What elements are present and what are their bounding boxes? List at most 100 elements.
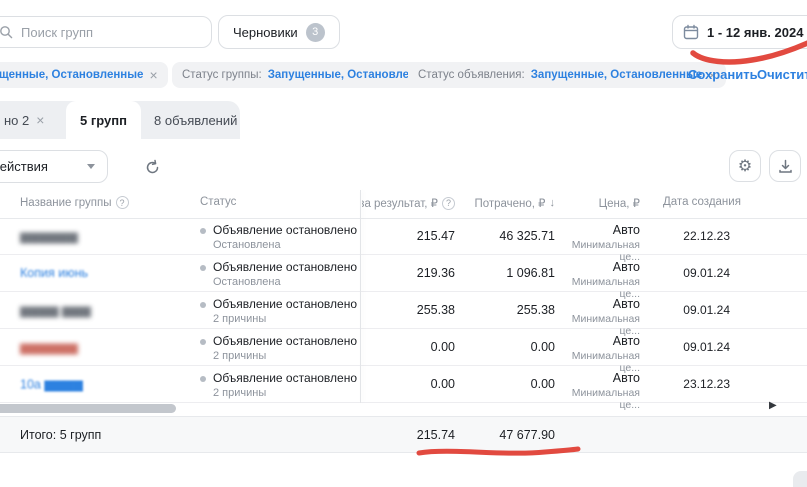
help-icon[interactable]: ? — [442, 197, 455, 210]
tab-label: 8 объявлений — [154, 113, 237, 128]
created-date: 09.01.24 — [655, 303, 730, 317]
tab-campaign[interactable]: но 2 × — [0, 101, 58, 139]
drafts-label: Черновики — [233, 25, 298, 40]
group-name-link[interactable]: Копия июнь — [20, 266, 88, 280]
substatus-text: 2 причины — [213, 387, 357, 399]
created-date: 09.01.24 — [655, 266, 730, 280]
chip-label: Статус группы: — [182, 69, 262, 81]
date-range-picker[interactable]: 1 - 12 янв. 2024 — [672, 15, 807, 49]
status-dot-icon — [200, 265, 206, 271]
status-text: Объявление остановлено — [213, 297, 357, 311]
refresh-icon — [144, 159, 161, 176]
refresh-button[interactable] — [136, 151, 168, 183]
chip-close-icon[interactable]: × — [149, 68, 157, 82]
chip-value: Запущенные, Остановленные — [0, 69, 143, 81]
group-name-link[interactable]: ▆▆▆▆▆▆ — [20, 229, 78, 244]
help-icon[interactable]: ? — [116, 196, 129, 209]
tab-close-icon[interactable]: × — [36, 113, 44, 127]
floating-button-partial[interactable] — [793, 471, 807, 487]
table-row[interactable]: Копия июнь Объявление остановлено Остано… — [0, 255, 807, 292]
status-text: Объявление остановлено — [213, 223, 357, 237]
spent-value: 0.00 — [462, 340, 555, 354]
scroll-right-arrow[interactable]: ▶ — [769, 400, 777, 411]
status-dot-icon — [200, 339, 206, 345]
totals-cost-per-result: 215.74 — [362, 428, 455, 442]
table-row[interactable]: ▆▆▆▆ ▆▆▆ Объявление остановлено 2 причин… — [0, 292, 807, 329]
substatus-text: 2 причины — [213, 313, 357, 325]
group-name-link[interactable]: 10а ▆▆▆▆ — [20, 377, 83, 392]
table-row[interactable]: 10а ▆▆▆▆ Объявление остановлено 2 причин… — [0, 366, 807, 403]
status-text: Объявление остановлено — [213, 371, 357, 385]
status-cell: Объявление остановлено 2 причины — [200, 371, 357, 399]
spent-value: 46 325.71 — [462, 229, 555, 243]
cost-per-result-value: 219.36 — [362, 266, 455, 280]
ads-manager-page: Поиск групп Черновики 3 1 - 12 янв. 2024… — [0, 0, 807, 487]
date-range-value: 1 - 12 янв. 2024 — [707, 25, 803, 40]
substatus-text: Остановлена — [213, 276, 357, 288]
save-filters-link[interactable]: Сохранить — [688, 67, 758, 82]
substatus-text: Остановлена — [213, 239, 357, 251]
spent-value: 255.38 — [462, 303, 555, 317]
frozen-pane-divider — [360, 190, 361, 403]
status-text: Объявление остановлено — [213, 260, 357, 274]
status-cell: Объявление остановлено 2 причины — [200, 297, 357, 325]
column-header-status: Статус — [200, 196, 236, 208]
search-icon — [0, 25, 13, 39]
download-icon — [778, 159, 793, 174]
created-date: 22.12.23 — [655, 229, 730, 243]
actions-dropdown[interactable]: Действия — [0, 150, 108, 183]
calendar-icon — [683, 24, 699, 40]
tab-label: но 2 — [4, 113, 29, 128]
drafts-button[interactable]: Черновики 3 — [218, 15, 340, 49]
column-header-label: Статус — [200, 196, 236, 208]
status-cell: Объявление остановлено Остановлена — [200, 260, 357, 288]
column-header-name: Название группы ? — [20, 196, 129, 209]
column-header-spent[interactable]: Потрачено, ₽ ↓ — [462, 196, 555, 210]
search-input[interactable]: Поиск групп — [0, 16, 212, 48]
price-mode: Авто — [555, 223, 640, 237]
filter-chip-status[interactable]: Запущенные, Остановленные × — [0, 62, 168, 88]
clear-filters-link[interactable]: Очистить — [757, 67, 807, 82]
status-dot-icon — [200, 302, 206, 308]
substatus-text: 2 причины — [213, 350, 357, 362]
status-dot-icon — [200, 376, 206, 382]
tab-groups[interactable]: 5 групп — [66, 101, 141, 139]
chip-value: Запущенные, Остановленные — [531, 69, 702, 81]
totals-row: Итого: 5 групп 215.74 47 677.90 — [0, 416, 807, 453]
price-mode: Авто — [555, 297, 640, 311]
table-row[interactable]: ▆▆▆▆▆▆ Объявление остановлено 2 причины … — [0, 329, 807, 366]
status-cell: Объявление остановлено 2 причины — [200, 334, 357, 362]
table-row[interactable]: ▆▆▆▆▆▆ Объявление остановлено Остановлен… — [0, 218, 807, 255]
created-date: 09.01.24 — [655, 340, 730, 354]
tab-label: 5 групп — [80, 113, 127, 128]
chip-label: Статус объявления: — [418, 69, 525, 81]
column-header-cost-per-result[interactable]: Цена за результат, ₽ ? — [362, 196, 455, 210]
column-header-label: Потрачено, ₽ — [474, 196, 545, 210]
column-header-label: Цена за результат, ₽ — [362, 196, 438, 210]
status-dot-icon — [200, 228, 206, 234]
price-mode: Авто — [555, 260, 640, 274]
filter-chip-ad-status[interactable]: Статус объявления: Запущенные, Остановле… — [408, 62, 726, 88]
spent-value: 0.00 — [462, 377, 555, 391]
price-mode: Авто — [555, 334, 640, 348]
column-header-price[interactable]: Цена, ₽ — [555, 196, 640, 210]
cost-per-result-value: 215.47 — [362, 229, 455, 243]
horizontal-scrollbar[interactable] — [0, 404, 176, 413]
cost-per-result-value: 0.00 — [362, 340, 455, 354]
cost-per-result-value: 0.00 — [362, 377, 455, 391]
cost-per-result-value: 255.38 — [362, 303, 455, 317]
group-name-link[interactable]: ▆▆▆▆ ▆▆▆ — [20, 303, 91, 318]
column-header-created[interactable]: Дата создания — [663, 196, 741, 208]
price-cell: Авто Минимальная це... — [555, 371, 640, 411]
group-name-link[interactable]: ▆▆▆▆▆▆ — [20, 340, 78, 355]
actions-label: Действия — [0, 159, 48, 174]
tab-ads[interactable]: 8 объявлений — [140, 101, 251, 139]
price-mode: Авто — [555, 371, 640, 385]
status-text: Объявление остановлено — [213, 334, 357, 348]
settings-button[interactable]: ⚙ — [729, 150, 761, 182]
totals-label: Итого: 5 групп — [20, 428, 101, 442]
export-button[interactable] — [769, 150, 801, 182]
created-date: 23.12.23 — [655, 377, 730, 391]
gear-icon: ⚙ — [738, 156, 752, 176]
chevron-down-icon — [87, 164, 95, 169]
